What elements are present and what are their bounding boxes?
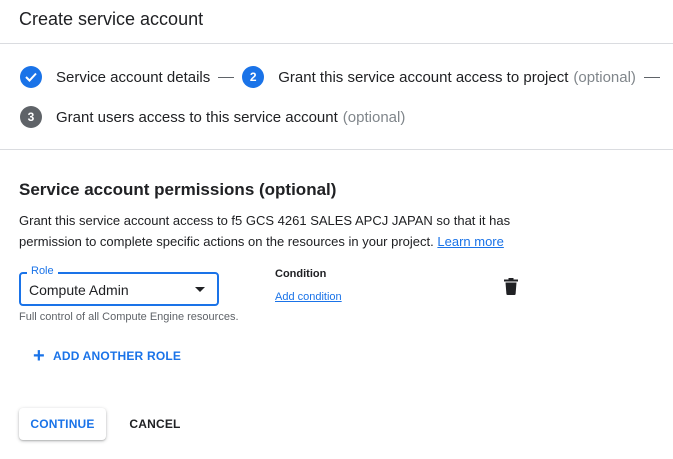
plus-icon: + xyxy=(33,345,45,367)
step-label: Grant users access to this service accou… xyxy=(56,108,338,126)
stepper: Service account details 2 Grant this ser… xyxy=(0,44,673,150)
step-service-account-details[interactable]: Service account details 2 Grant this ser… xyxy=(20,66,668,88)
step-grant-users-access[interactable]: 3 Grant users access to this service acc… xyxy=(20,106,405,128)
add-condition-link[interactable]: Add condition xyxy=(275,291,342,303)
continue-button[interactable]: CONTINUE xyxy=(19,408,106,440)
learn-more-link[interactable]: Learn more xyxy=(437,234,503,249)
role-selected-value: Compute Admin xyxy=(29,282,129,298)
add-another-role-button[interactable]: + ADD ANOTHER ROLE xyxy=(33,345,182,367)
dropdown-arrow-icon xyxy=(195,287,205,292)
role-select[interactable]: Role Compute Admin xyxy=(19,265,219,306)
step-number-badge: 2 xyxy=(242,66,265,88)
condition-title: Condition xyxy=(275,268,327,280)
role-helper-text: Full control of all Compute Engine resou… xyxy=(19,311,239,323)
step-label: Grant this service account access to pro… xyxy=(278,68,569,86)
section-description: Grant this service account access to f5 … xyxy=(19,210,539,252)
step-optional-label: (optional) xyxy=(573,68,636,86)
check-circle-icon xyxy=(20,66,42,88)
delete-role-button[interactable] xyxy=(503,278,519,295)
step-optional-label: (optional) xyxy=(342,108,406,126)
add-another-role-label: ADD ANOTHER ROLE xyxy=(53,349,182,363)
trash-icon xyxy=(504,278,518,295)
step-number-badge: 3 xyxy=(20,106,42,128)
role-field-label: Role xyxy=(27,265,58,277)
step-connector xyxy=(643,76,660,78)
section-title: Service account permissions (optional) xyxy=(19,180,337,199)
step-connector xyxy=(218,76,235,78)
page-title: Create service account xyxy=(19,9,204,29)
cancel-button[interactable]: CANCEL xyxy=(122,408,188,440)
step-label: Service account details xyxy=(56,68,211,86)
page-header: Create service account xyxy=(0,0,673,44)
